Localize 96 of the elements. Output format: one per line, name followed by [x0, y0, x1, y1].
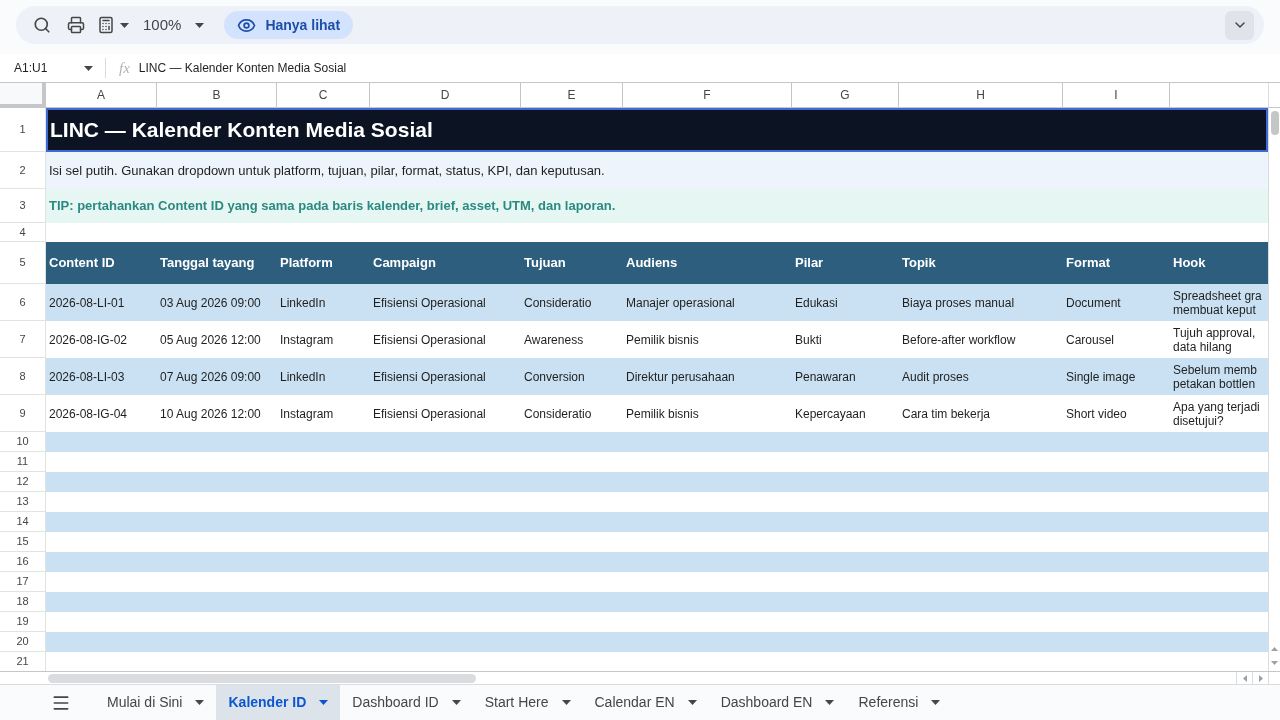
table-cell: Penawaran	[792, 358, 899, 395]
column-header[interactable]: G	[792, 83, 899, 108]
sheet-tab[interactable]: Calendar EN	[582, 685, 709, 720]
row-header[interactable]: 16	[0, 552, 46, 572]
formula-text: LINC — Kalender Konten Media Sosial	[138, 60, 347, 77]
calculator-icon	[97, 16, 115, 34]
table-header-cell: Hook	[1170, 242, 1268, 284]
row-header[interactable]: 10	[0, 432, 46, 452]
function-label: fx	[119, 58, 130, 78]
column-header[interactable]: B	[157, 83, 277, 108]
triangle-right-icon[interactable]	[1258, 674, 1263, 682]
table-cell: Spreadsheet gra membuat keput	[1170, 284, 1268, 321]
collapse-toolbar-button[interactable]	[1225, 10, 1254, 40]
caret-icon	[451, 700, 461, 705]
table-header-cell: Topik	[899, 242, 1063, 284]
sheet-tab[interactable]: Dashboard EN	[708, 685, 847, 720]
view-only-button[interactable]: Hanya lihat	[224, 11, 354, 39]
caret-icon	[195, 700, 205, 705]
table-header-cell: Pilar	[792, 242, 899, 284]
column-header[interactable]: A	[46, 83, 157, 108]
row-header[interactable]: 5	[0, 242, 46, 284]
table-cell: Efisiensi Operasional	[370, 284, 521, 321]
row-header[interactable]: 12	[0, 472, 46, 492]
sheet-tab[interactable]: Kalender ID	[216, 685, 341, 720]
table-cell: Biaya proses manual	[899, 284, 1063, 321]
tip-cell: TIP: pertahankan Content ID yang sama pada baris kalender, brief, asset, UTM, dan laporan.	[46, 189, 1268, 223]
caret-icon	[319, 700, 329, 705]
column-header[interactable]: I	[1063, 83, 1170, 108]
sheet-tab[interactable]: Dashboard ID	[340, 685, 473, 720]
sheet-tab[interactable]: Start Here	[472, 685, 583, 720]
table-cell: Edukasi	[792, 284, 899, 321]
triangle-up-icon[interactable]	[1271, 647, 1278, 651]
row-header[interactable]: 17	[0, 572, 46, 592]
table-cell: 07 Aug 2026 09:00	[157, 358, 277, 395]
table-cell: Sebelum memb petakan bottlen	[1170, 358, 1268, 395]
caret-icon	[84, 65, 93, 71]
row-header[interactable]: 7	[0, 321, 46, 358]
printer-icon[interactable]	[67, 16, 85, 34]
row-header[interactable]: 9	[0, 395, 46, 432]
column-header[interactable]: D	[370, 83, 521, 108]
row-header[interactable]: 14	[0, 512, 46, 532]
column-header[interactable]: E	[521, 83, 623, 108]
column-header[interactable]: C	[277, 83, 370, 108]
table-cell: Document	[1063, 284, 1170, 321]
column-header[interactable]: H	[899, 83, 1063, 108]
format-menu-button[interactable]	[97, 16, 129, 34]
table-header-cell: Content ID	[46, 242, 157, 284]
table-cell: Audit proses	[899, 358, 1063, 395]
row-header[interactable]: 13	[0, 492, 46, 512]
caret-icon	[561, 700, 571, 705]
table-cell: LinkedIn	[277, 284, 370, 321]
table-header-cell: Tanggal tayang	[157, 242, 277, 284]
instruction-cell: Isi sel putih. Gunakan dropdown untuk platform, tujuan, pilar, format, status, KPI, dan keputusan.	[46, 152, 1268, 189]
scrollbar-thumb[interactable]	[48, 673, 476, 683]
table-header-cell: Campaign	[370, 242, 521, 284]
triangle-left-icon[interactable]	[1242, 674, 1247, 682]
table-header-cell: Platform	[277, 242, 370, 284]
search-icon[interactable]	[33, 16, 51, 34]
row-header[interactable]: 18	[0, 592, 46, 612]
title-cell: LINC — Kalender Konten Media Sosial	[46, 108, 1268, 152]
column-header[interactable]: F	[623, 83, 792, 108]
caret-icon	[120, 22, 129, 28]
table-cell: Efisiensi Operasional	[370, 358, 521, 395]
caret-icon	[687, 700, 697, 705]
row-header[interactable]: 4	[0, 223, 46, 242]
table-cell: LinkedIn	[277, 358, 370, 395]
triangle-down-icon[interactable]	[1271, 661, 1278, 665]
row-header[interactable]: 6	[0, 284, 46, 321]
table-cell: Manajer operasional	[623, 284, 792, 321]
table-header-cell: Audiens	[623, 242, 792, 284]
row-header[interactable]: 19	[0, 612, 46, 632]
row-header[interactable]: 15	[0, 532, 46, 552]
row-header[interactable]: 3	[0, 189, 46, 223]
caret-icon	[195, 22, 205, 28]
row-header[interactable]: 2	[0, 152, 46, 189]
table-cell: Conversion	[521, 358, 623, 395]
row-header[interactable]: 11	[0, 452, 46, 472]
table-cell: 2026-08-LI-03	[46, 358, 157, 395]
select-all-corner[interactable]	[0, 83, 46, 108]
name-box[interactable]: A1:U1	[0, 56, 98, 80]
table-cell: Single image	[1063, 358, 1170, 395]
row-header[interactable]: 8	[0, 358, 46, 395]
table-cell: Consideratio	[521, 284, 623, 321]
table-header-cell: Format	[1063, 242, 1170, 284]
table-cell: 2026-08-LI-01	[46, 284, 157, 321]
scrollbar-thumb[interactable]	[1270, 111, 1279, 135]
sheet-tab[interactable]: Mulai di Sini	[95, 685, 217, 720]
table-cell: Direktur perusahaan	[623, 358, 792, 395]
row-header[interactable]: 1	[0, 108, 46, 152]
sheet-tab[interactable]: Referensi	[846, 685, 953, 720]
row-header[interactable]: 20	[0, 632, 46, 652]
zoom-dropdown[interactable]: 100%	[143, 13, 205, 37]
caret-icon	[931, 700, 941, 705]
table-header-cell: Tujuan	[521, 242, 623, 284]
table-cell: 03 Aug 2026 09:00	[157, 284, 277, 321]
caret-icon	[825, 700, 835, 705]
